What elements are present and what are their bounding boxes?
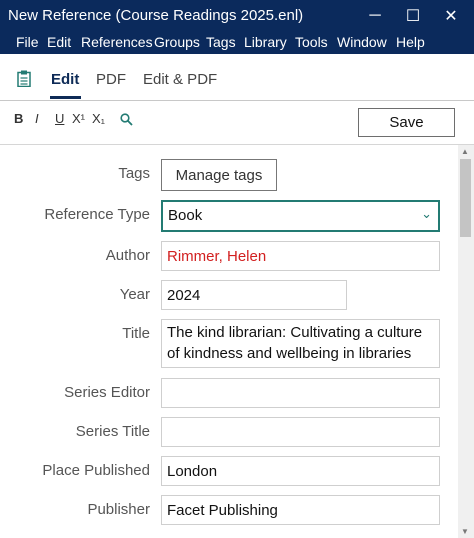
title-label: Title	[122, 325, 150, 342]
menu-groups[interactable]: Groups	[154, 34, 200, 50]
author-field[interactable]: Rimmer, Helen	[161, 241, 440, 271]
clipboard-icon[interactable]	[17, 70, 31, 92]
year-label: Year	[119, 286, 150, 303]
menu-tools[interactable]: Tools	[295, 34, 328, 50]
place-published-field[interactable]: London	[161, 456, 440, 486]
series-editor-label: Series Editor	[64, 384, 150, 401]
menu-tags[interactable]: Tags	[206, 34, 236, 50]
minimize-button[interactable]: ─	[357, 0, 393, 32]
reference-type-select[interactable]: Book ⌄	[161, 200, 440, 232]
publisher-field[interactable]: Facet Publishing	[161, 495, 440, 525]
superscript-button[interactable]: X¹	[72, 111, 85, 126]
scrollbar-thumb[interactable]	[460, 159, 471, 237]
scroll-down-arrow-icon[interactable]: ▼	[461, 527, 469, 536]
subscript-button[interactable]: X₁	[92, 111, 105, 126]
place-published-label: Place Published	[42, 462, 150, 479]
active-tab-indicator	[50, 96, 81, 99]
year-field[interactable]: 2024	[161, 280, 347, 310]
search-icon[interactable]	[120, 113, 133, 131]
save-button[interactable]: Save	[358, 108, 455, 137]
italic-button[interactable]: I	[35, 111, 39, 126]
series-editor-field[interactable]	[161, 378, 440, 408]
reference-form: Tags Manage tags Reference Type Book ⌄ A…	[0, 145, 458, 538]
manage-tags-button[interactable]: Manage tags	[161, 159, 277, 191]
tab-edit-pdf[interactable]: Edit & PDF	[143, 71, 217, 88]
format-toolbar: B I U X¹ X₁ Save	[0, 102, 474, 145]
vertical-scrollbar[interactable]: ▲ ▼	[458, 145, 474, 538]
menu-bar: File Edit References Groups Tags Library…	[0, 32, 474, 54]
menu-library[interactable]: Library	[244, 34, 287, 50]
bold-button[interactable]: B	[14, 111, 23, 126]
tabs-bar: Edit PDF Edit & PDF	[0, 54, 474, 101]
tags-label: Tags	[118, 165, 150, 182]
menu-window[interactable]: Window	[337, 34, 387, 50]
menu-help[interactable]: Help	[396, 34, 425, 50]
publisher-label: Publisher	[87, 501, 150, 518]
series-title-label: Series Title	[75, 423, 150, 440]
tab-edit[interactable]: Edit	[51, 71, 79, 88]
chevron-down-icon: ⌄	[421, 206, 432, 221]
series-title-field[interactable]	[161, 417, 440, 447]
menu-references[interactable]: References	[81, 34, 153, 50]
window-title: New Reference (Course Readings 2025.enl)	[8, 7, 304, 24]
menu-edit[interactable]: Edit	[47, 34, 71, 50]
menu-file[interactable]: File	[16, 34, 39, 50]
title-field[interactable]: The kind librarian: Cultivating a cultur…	[161, 319, 440, 368]
underline-button[interactable]: U	[55, 111, 64, 126]
scroll-up-arrow-icon[interactable]: ▲	[461, 147, 469, 156]
tab-pdf[interactable]: PDF	[96, 71, 126, 88]
reference-type-label: Reference Type	[44, 206, 150, 223]
author-label: Author	[105, 247, 150, 264]
reference-type-value: Book	[168, 207, 203, 224]
title-bar: New Reference (Course Readings 2025.enl)…	[0, 0, 474, 32]
close-button[interactable]: ✕	[433, 0, 469, 32]
maximize-button[interactable]: ☐	[395, 0, 431, 32]
